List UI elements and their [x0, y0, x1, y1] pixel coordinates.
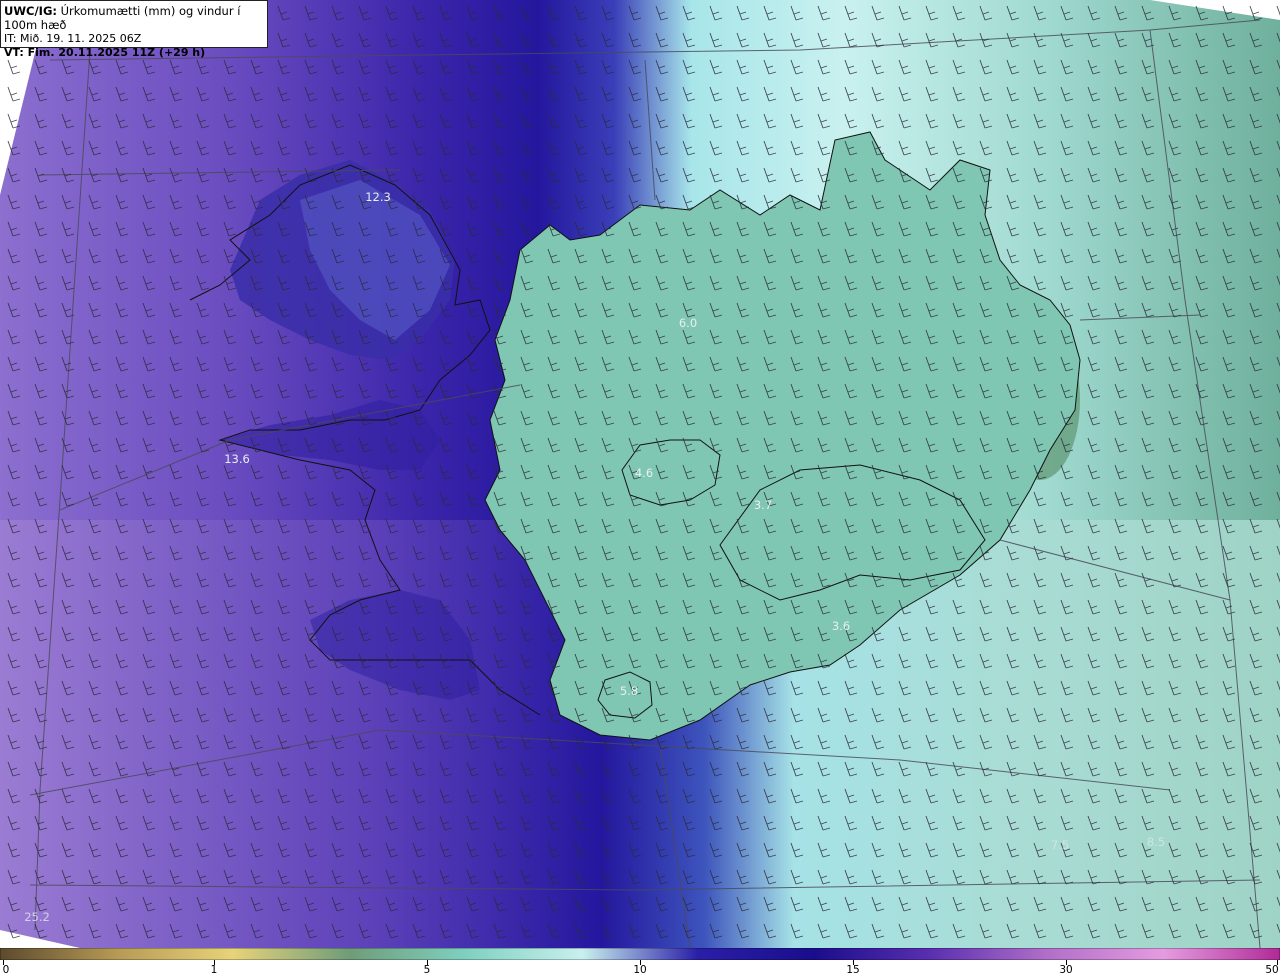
precip-label: 7.5	[1050, 838, 1070, 852]
model-name: UWC/IG:	[4, 4, 57, 18]
colorbar-tick-label: 15	[846, 964, 860, 976]
map-title-line: UWC/IG: Úrkomumætti (mm) og vindur í 100…	[4, 4, 264, 32]
colorbar-tick-label: 1	[210, 964, 218, 976]
precip-label: 25.2	[24, 910, 50, 924]
colorbar-tick-label: 5	[423, 964, 431, 976]
precip-label: 12.3	[365, 190, 391, 204]
precip-label: 8.5	[1146, 835, 1166, 849]
colorbar	[0, 948, 1280, 960]
precip-label: 3.7	[753, 498, 773, 512]
precip-label: 13.6	[224, 452, 250, 466]
colorbar-ticks: 0 1 5 10 15 30 50	[0, 960, 1280, 978]
precip-label: 5.8	[619, 684, 639, 698]
map-info-box: UWC/IG: Úrkomumætti (mm) og vindur í 100…	[0, 0, 268, 59]
precip-label: 6.0	[678, 316, 698, 330]
init-time: IT: Mið. 19. 11. 2025 06Z	[4, 32, 142, 45]
valid-time: VT: Fim. 20.11.2025 11Z (+29 h)	[4, 46, 206, 59]
precipitation-map[interactable]: 12.3 13.6 6.0 4.6 3.7 3.6 5.8 7.5 8.5 25…	[0, 0, 1280, 948]
colorbar-tick-label: 0	[2, 964, 10, 976]
colorbar-tick-label: 30	[1059, 964, 1073, 976]
precip-label: 4.6	[634, 466, 654, 480]
colorbar-tick-label: 50	[1265, 964, 1279, 976]
colorbar-tick-label: 10	[633, 964, 647, 976]
precip-label: 3.6	[831, 619, 851, 633]
